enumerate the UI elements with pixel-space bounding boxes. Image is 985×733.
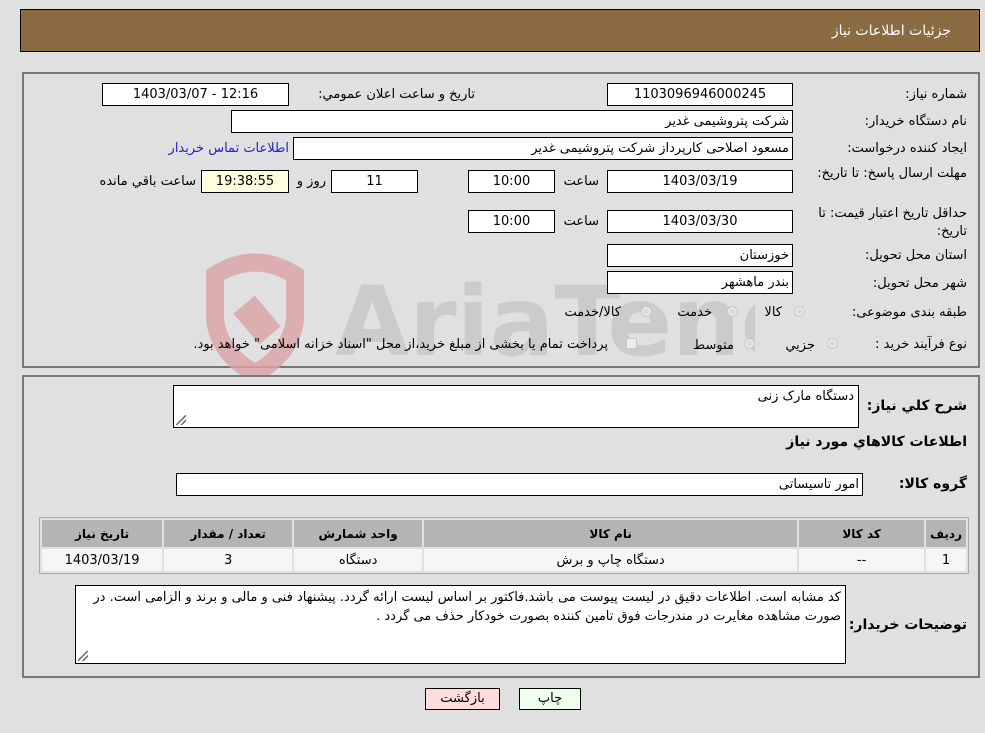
reply-date-field: 1403/03/19	[607, 170, 793, 193]
col-row-number: ردیف	[926, 520, 966, 547]
province-label: استان محل تحویل:	[865, 248, 967, 263]
announce-field: 1403/03/07 - 12:16	[102, 83, 289, 106]
cell-goods-code: --	[799, 549, 925, 571]
need-number-field: 1103096946000245	[607, 83, 793, 106]
goods-group-field: امور تاسیساتی	[176, 473, 863, 496]
price-validity-label: حداقل تاریخ اعتبار قیمت: تا تاریخ:	[818, 206, 967, 239]
cell-quantity: 3	[164, 549, 293, 571]
print-button[interactable]: چاپ	[519, 688, 581, 710]
summary-text: دستگاه مارک زنی	[757, 389, 854, 404]
category-option-goods: کالا	[764, 305, 782, 320]
goods-table-header-row: ردیف کد کالا نام کالا واحد شمارش تعداد /…	[42, 520, 966, 547]
resize-grip-icon[interactable]	[78, 651, 88, 661]
buyer-notes-label: توضیحات خریدار:	[848, 617, 967, 633]
cell-need-date: 1403/03/19	[42, 549, 163, 571]
payment-note: پرداخت تمام یا بخشی از مبلغ خرید،از محل …	[193, 337, 608, 352]
treasury-payment-checkbox[interactable]	[626, 338, 637, 349]
process-label: نوع فرآیند خرید :	[875, 337, 967, 352]
process-radio-medium[interactable]	[744, 338, 755, 349]
goods-group-label: گروه کالا:	[898, 476, 967, 492]
reply-time-label: ساعت	[563, 174, 599, 189]
category-radio-goods[interactable]	[794, 306, 805, 317]
col-unit: واحد شمارش	[294, 520, 423, 547]
days-label: روز و	[296, 174, 326, 189]
goods-section-title: اطلاعات كالاهاي مورد نياز	[786, 434, 967, 450]
col-goods-name: نام کالا	[424, 520, 798, 547]
buyer-notes-textarea[interactable]: کد مشابه است. اطلاعات دقیق در لیست پیوست…	[75, 585, 846, 664]
category-radio-goods-service[interactable]	[641, 306, 652, 317]
creator-label: ایجاد کننده درخواست:	[847, 141, 967, 156]
days-remaining-field: 11	[331, 170, 418, 193]
reply-deadline-label: مهلت ارسال پاسخ: تا تاریخ:	[817, 166, 967, 181]
process-radio-minor[interactable]	[827, 338, 838, 349]
process-option-medium: متوسط	[693, 338, 734, 353]
col-need-date: تاریخ نیاز	[42, 520, 163, 547]
table-row: 1 -- دستگاه چاپ و برش دستگاه 3 1403/03/1…	[42, 549, 966, 571]
goods-table: ردیف کد کالا نام کالا واحد شمارش تعداد /…	[39, 517, 969, 574]
process-option-minor: جزیي	[785, 338, 815, 353]
summary-textarea[interactable]: دستگاه مارک زنی	[173, 385, 859, 428]
col-quantity: تعداد / مقدار	[164, 520, 293, 547]
back-button[interactable]: بازگشت	[425, 688, 500, 710]
category-option-goods-service: کالا/خدمت	[564, 305, 621, 320]
city-field: بندر ماهشهر	[607, 271, 793, 294]
reply-time-field: 10:00	[468, 170, 555, 193]
announce-label: تاریخ و ساعت اعلان عمومي:	[318, 87, 475, 102]
category-label: طبقه بندی موضوعی:	[851, 305, 967, 320]
creator-field: مسعود اصلاحی کارپرداز شرکت پتروشیمی غدیر	[293, 137, 793, 160]
buyer-org-field: شرکت پتروشیمی غدیر	[231, 110, 793, 133]
cell-goods-name: دستگاه چاپ و برش	[424, 549, 798, 571]
buyer-contact-link[interactable]: اطلاعات تماس خریدار	[169, 141, 289, 156]
time-remaining-field: 19:38:55	[201, 170, 289, 193]
summary-label: شرح كلي نياز:	[866, 398, 967, 414]
page-header: جزئیات اطلاعات نیاز	[20, 9, 980, 52]
price-validity-time-label: ساعت	[563, 214, 599, 229]
price-validity-date-field: 1403/03/30	[607, 210, 793, 233]
province-field: خوزستان	[607, 244, 793, 267]
buyer-org-label: نام دستگاه خریدار:	[864, 114, 967, 129]
cell-row-number: 1	[926, 549, 966, 571]
buyer-notes-text: کد مشابه است. اطلاعات دقیق در لیست پیوست…	[93, 590, 841, 624]
city-label: شهر محل تحویل:	[872, 276, 967, 291]
cell-unit: دستگاه	[294, 549, 423, 571]
category-option-service: خدمت	[677, 305, 712, 320]
need-number-label: شماره نیاز:	[905, 87, 967, 102]
category-radio-service[interactable]	[727, 306, 738, 317]
resize-grip-icon[interactable]	[176, 415, 186, 425]
page-title: جزئیات اطلاعات نیاز	[831, 23, 951, 39]
time-remaining-label: ساعت باقي مانده	[99, 174, 196, 189]
col-goods-code: کد کالا	[799, 520, 925, 547]
price-validity-time-field: 10:00	[468, 210, 555, 233]
